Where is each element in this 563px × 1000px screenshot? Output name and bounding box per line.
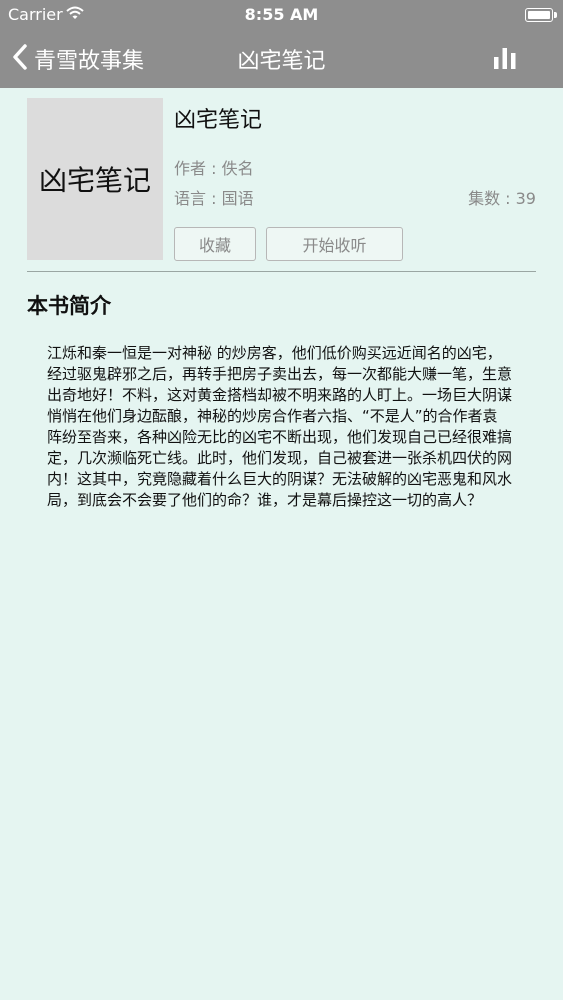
cover-title: 凶宅笔记 — [38, 164, 151, 197]
status-bar: Carrier 8:55 AM — [0, 0, 563, 30]
battery-icon — [525, 8, 557, 22]
episode-count: 集数 : 39 — [468, 189, 536, 208]
bar-chart-icon[interactable] — [493, 46, 517, 70]
back-label: 青雪故事集 — [34, 49, 145, 74]
book-title: 凶宅笔记 — [174, 108, 263, 133]
language-label: 语言 : 国语 — [174, 189, 254, 208]
author-label: 作者 : 佚名 — [174, 159, 254, 178]
chevron-left-icon — [12, 43, 28, 75]
book-cover: 凶宅笔记 — [27, 98, 163, 260]
intro-text: 江烁和秦一恒是一对神秘 的炒房客，他们低价购买远近闻名的凶宅，经过驱鬼辟邪之后，… — [47, 344, 513, 509]
start-listening-button[interactable]: 开始收听 — [266, 227, 403, 261]
intro-heading: 本书简介 — [27, 294, 111, 318]
clock: 8:55 AM — [244, 5, 319, 24]
navigation-bar: 青雪故事集 凶宅笔记 — [0, 30, 563, 88]
divider — [27, 271, 536, 272]
collect-button[interactable]: 收藏 — [174, 227, 256, 261]
back-button[interactable]: 青雪故事集 — [12, 42, 144, 76]
